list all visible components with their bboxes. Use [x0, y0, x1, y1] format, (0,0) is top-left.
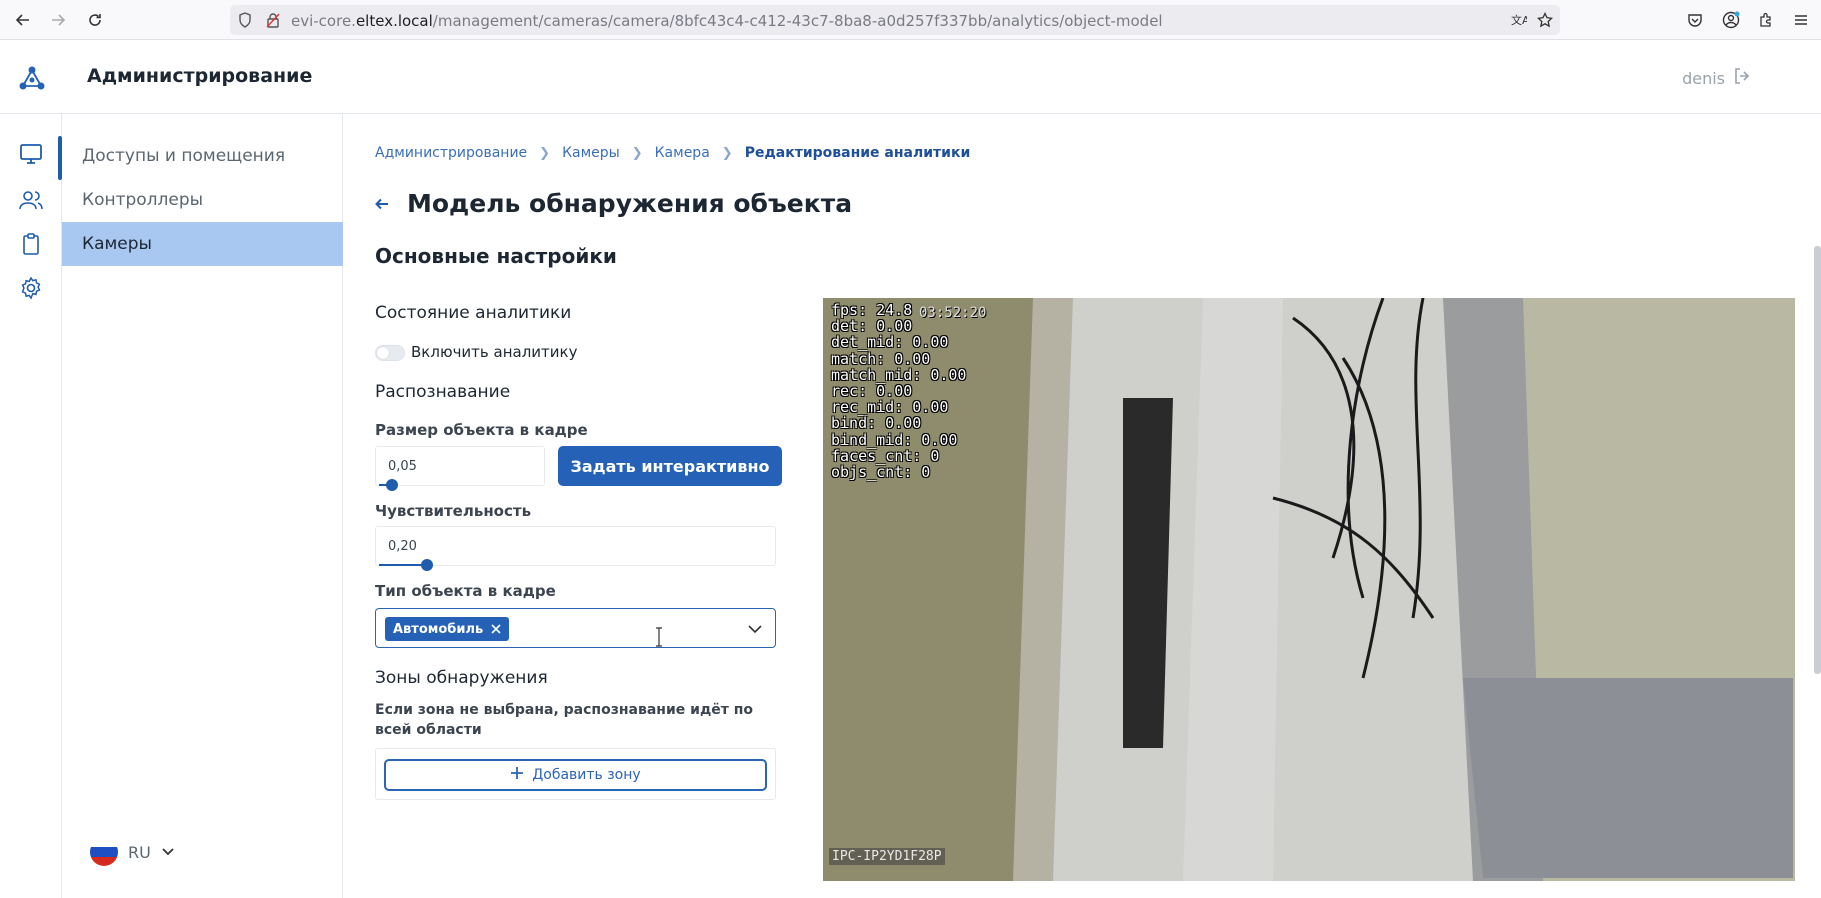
recognition-title: Распознавание — [375, 382, 511, 402]
chip-label: Автомобиль — [393, 621, 484, 637]
sidebar-item-cameras[interactable]: Камеры — [62, 222, 343, 266]
browser-toolbar: evi-core.eltex.local/management/cameras/… — [0, 0, 1821, 40]
user-menu[interactable]: denis — [1682, 67, 1751, 89]
back-icon[interactable] — [10, 8, 36, 32]
breadcrumb-admin[interactable]: Администрирование — [375, 145, 527, 161]
svg-text:文A: 文A — [1511, 13, 1527, 27]
analytics-state-title: Состояние аналитики — [375, 303, 572, 323]
camera-name-overlay: IPC-IP2YD1F28P — [829, 848, 945, 865]
pocket-icon[interactable] — [1684, 9, 1706, 31]
bookmark-star-icon[interactable] — [1536, 11, 1554, 29]
app-logo-icon[interactable] — [18, 64, 46, 92]
forward-icon[interactable] — [45, 8, 71, 32]
back-arrow-icon[interactable] — [369, 191, 395, 217]
page-title: Модель обнаружения объекта — [407, 189, 853, 218]
app-title: Администрирование — [87, 65, 313, 87]
toggle-label: Включить аналитику — [411, 343, 578, 361]
language-code: RU — [128, 842, 151, 862]
object-type-label: Тип объекта в кадре — [375, 582, 556, 600]
icon-rail — [0, 114, 62, 898]
section-title: Основные настройки — [375, 244, 617, 268]
object-size-input[interactable]: 0,05 — [375, 446, 545, 486]
insecure-lock-icon[interactable] — [264, 11, 282, 29]
object-size-value: 0,05 — [388, 458, 417, 474]
sidebar-item-access[interactable]: Доступы и помещения — [62, 134, 343, 178]
app-header: Администрирование denis — [0, 40, 1821, 114]
stream-time: 03:52:20 — [919, 305, 987, 321]
stream-osd-stats: fps: 24.8 det: 0.00 det_mid: 0.00 match:… — [831, 301, 967, 482]
sidebar-item-label: Камеры — [82, 234, 152, 254]
translate-icon[interactable]: 文A — [1510, 11, 1528, 29]
url-text: evi-core.eltex.local/management/cameras/… — [291, 12, 1163, 30]
russia-flag-icon — [90, 838, 118, 866]
enable-analytics-toggle[interactable] — [375, 345, 405, 361]
plus-icon — [510, 766, 524, 784]
object-size-slider-handle[interactable] — [386, 479, 398, 491]
sidebar-item-controllers[interactable]: Контроллеры — [62, 178, 343, 222]
monitor-icon[interactable] — [17, 140, 45, 168]
account-icon[interactable] — [1720, 9, 1742, 31]
chevron-right-icon: ❯ — [631, 145, 643, 161]
zones-container: Добавить зону — [375, 748, 776, 800]
add-zone-label: Добавить зону — [532, 767, 641, 783]
address-bar[interactable]: evi-core.eltex.local/management/cameras/… — [230, 5, 1560, 35]
zones-title: Зоны обнаружения — [375, 668, 548, 688]
language-selector[interactable]: RU — [90, 838, 175, 866]
reload-icon[interactable] — [82, 8, 108, 32]
object-type-select[interactable]: Автомобиль — [375, 608, 776, 648]
add-zone-button[interactable]: Добавить зону — [384, 759, 767, 791]
shield-icon[interactable] — [236, 11, 254, 29]
sensitivity-input[interactable]: 0,20 — [375, 526, 776, 566]
set-interactive-button[interactable]: Задать интерактивно — [558, 446, 782, 486]
remove-chip-icon[interactable] — [489, 622, 503, 636]
breadcrumb-current: Редактирование аналитики — [744, 145, 971, 161]
users-icon[interactable] — [17, 186, 45, 214]
chevron-down-icon — [161, 843, 175, 862]
sidebar: Доступы и помещения Контроллеры Камеры R… — [62, 114, 343, 898]
breadcrumb: Администрирование ❯ Камеры ❯ Камера ❯ Ре… — [375, 145, 970, 161]
breadcrumb-camera[interactable]: Камера — [655, 145, 710, 161]
username: denis — [1682, 68, 1725, 88]
breadcrumb-cameras[interactable]: Камеры — [562, 145, 620, 161]
sensitivity-slider-handle[interactable] — [421, 559, 433, 571]
extensions-icon[interactable] — [1755, 9, 1777, 31]
chevron-right-icon: ❯ — [539, 145, 551, 161]
clipboard-icon[interactable] — [17, 230, 45, 258]
logout-icon[interactable] — [1733, 67, 1751, 89]
chevron-down-icon[interactable] — [747, 621, 763, 637]
settings-gear-icon[interactable] — [17, 274, 45, 302]
sensitivity-value: 0,20 — [388, 538, 417, 554]
sidebar-item-label: Контроллеры — [82, 190, 204, 210]
object-type-chip: Автомобиль — [385, 617, 510, 641]
sidebar-item-label: Доступы и помещения — [82, 146, 286, 166]
object-size-label: Размер объекта в кадре — [375, 421, 588, 439]
main-content: Администрирование ❯ Камеры ❯ Камера ❯ Ре… — [343, 114, 1821, 898]
menu-icon[interactable] — [1790, 9, 1812, 31]
text-cursor-icon — [655, 627, 663, 647]
camera-video-stream[interactable]: fps: 24.8 det: 0.00 det_mid: 0.00 match:… — [823, 298, 1795, 881]
sensitivity-label: Чувствительность — [375, 502, 532, 520]
camera-frame-image — [823, 298, 1795, 881]
zones-hint: Если зона не выбрана, распознавание идёт… — [375, 702, 754, 738]
page-scrollbar[interactable] — [1814, 246, 1821, 674]
chevron-right-icon: ❯ — [721, 145, 733, 161]
